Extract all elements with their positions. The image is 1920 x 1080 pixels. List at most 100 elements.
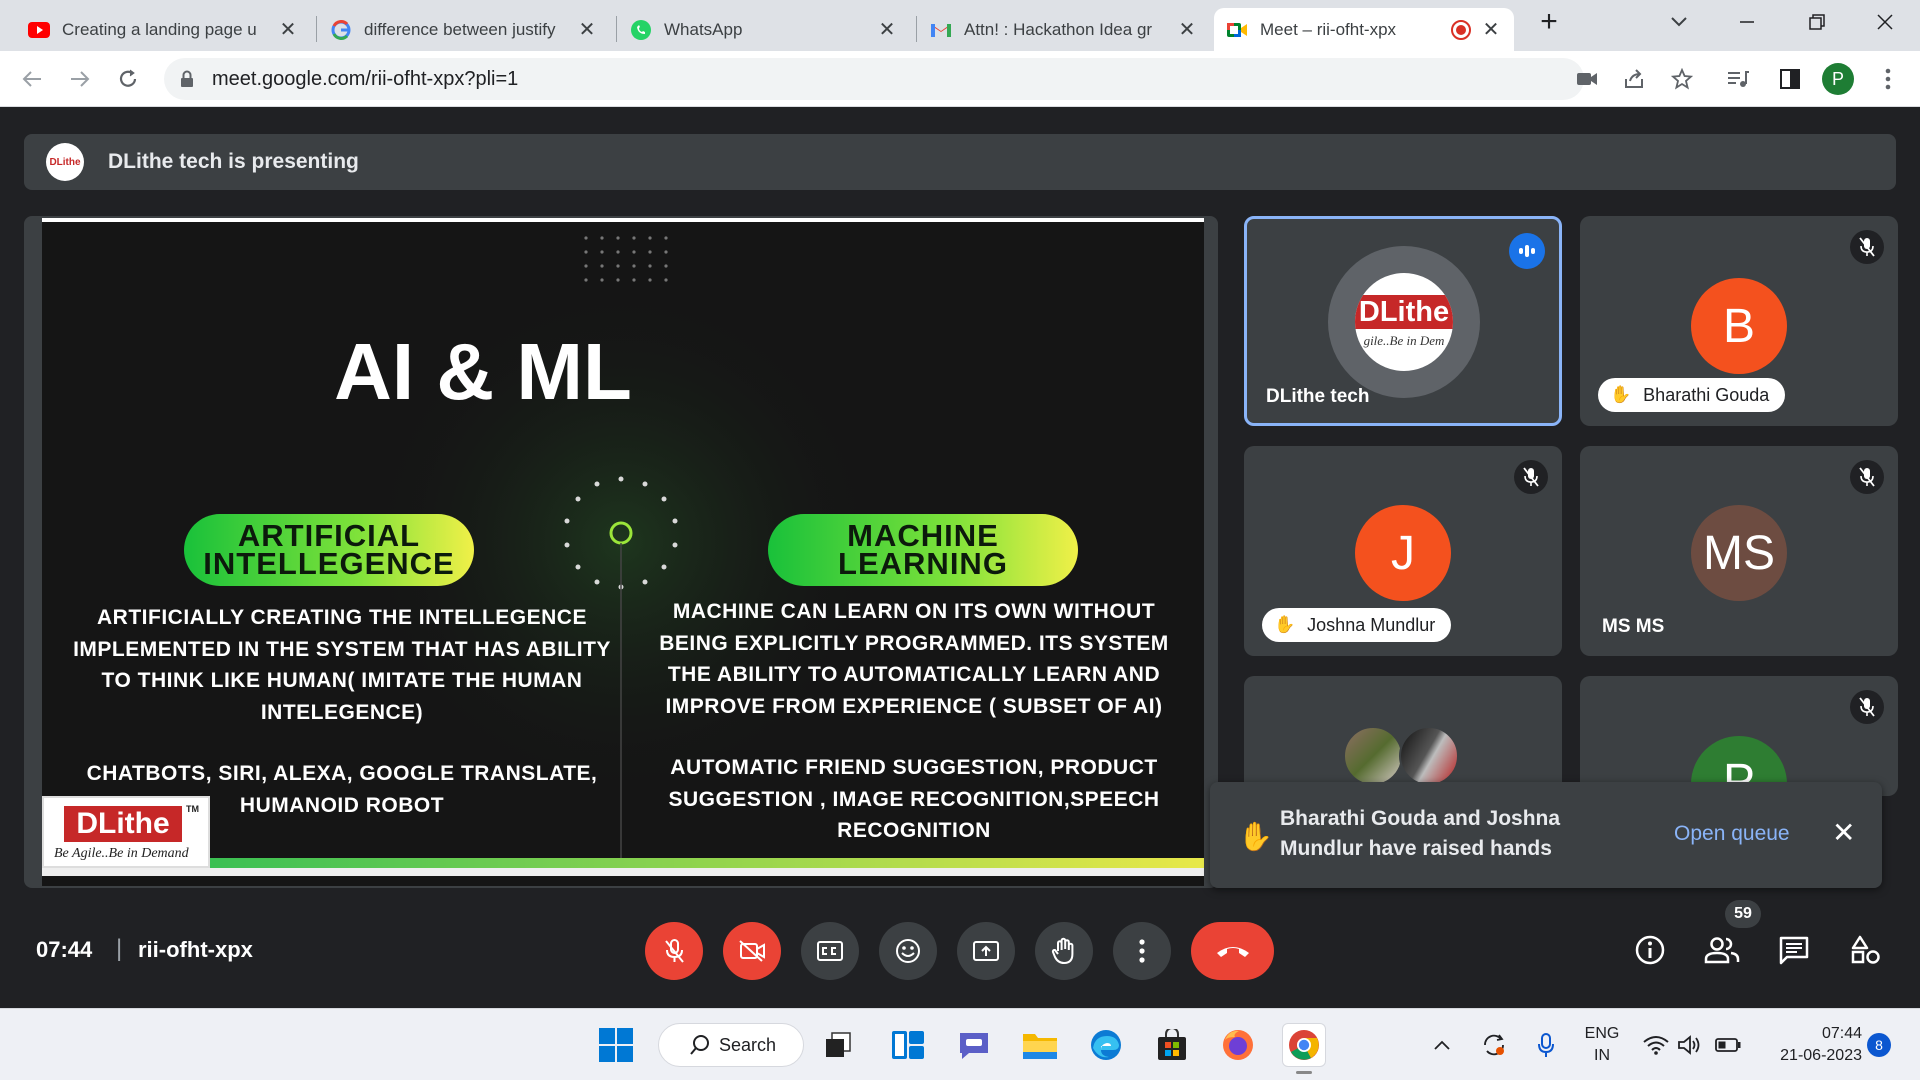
close-notification-button[interactable]: ✕ <box>1832 816 1855 849</box>
tab-youtube[interactable]: Creating a landing page u ✕ <box>16 8 311 51</box>
emoji-icon <box>896 939 920 963</box>
dlithe-avatar-tagline: gile..Be in Dem <box>1363 333 1445 348</box>
participant-photo <box>1343 726 1403 786</box>
activities-button[interactable] <box>1844 928 1888 972</box>
chevron-down-icon <box>1671 17 1687 27</box>
dlithe-avatar-logo: DLithe gile..Be in Dem <box>1355 273 1453 371</box>
meeting-details-button[interactable] <box>1628 928 1672 972</box>
tab-search-button[interactable] <box>1652 0 1706 44</box>
recording-icon <box>1450 19 1472 41</box>
camera-toggle-button[interactable] <box>723 922 781 980</box>
tab-title: WhatsApp <box>664 19 743 39</box>
tab-title: difference between justify <box>364 19 556 39</box>
participant-tile-ms[interactable]: MS MS MS <box>1580 446 1898 656</box>
reactions-button[interactable] <box>879 922 937 980</box>
raise-hand-button[interactable] <box>1035 922 1093 980</box>
volume-tray-button[interactable] <box>1674 1023 1706 1067</box>
notification-badge[interactable]: 8 <box>1867 1033 1891 1057</box>
people-button[interactable] <box>1700 928 1744 972</box>
leave-call-button[interactable] <box>1191 922 1274 980</box>
closed-captions-icon <box>817 941 843 961</box>
participant-tile-bharathi[interactable]: B ✋ Bharathi Gouda <box>1580 216 1898 426</box>
participant-tile-photos[interactable] <box>1244 676 1562 796</box>
task-view-button[interactable] <box>816 1023 860 1067</box>
participant-name: MS MS <box>1602 616 1665 637</box>
participant-tile-dlithe[interactable]: DLithe gile..Be in Dem DLithe tech <box>1244 216 1562 426</box>
tab-close-button[interactable]: ✕ <box>1480 17 1502 42</box>
footer-separator: | <box>116 935 123 962</box>
widgets-icon <box>892 1031 924 1059</box>
bookmark-button[interactable] <box>1666 63 1698 95</box>
tab-meet[interactable]: Meet – rii-ofht-xpx ✕ <box>1214 8 1514 51</box>
tab-divider <box>616 16 617 42</box>
file-explorer-button[interactable] <box>1018 1023 1062 1067</box>
mic-off-icon <box>1850 460 1884 494</box>
tab-whatsapp[interactable]: WhatsApp ✕ <box>618 8 910 51</box>
reload-button[interactable] <box>110 61 146 97</box>
whatsapp-icon <box>630 19 652 41</box>
wifi-tray-button[interactable] <box>1640 1023 1672 1067</box>
widgets-button[interactable] <box>886 1023 930 1067</box>
video-off-icon <box>739 940 765 962</box>
mic-off-icon <box>665 939 684 963</box>
show-hidden-icons-button[interactable] <box>1426 1023 1458 1067</box>
windows-taskbar: Search ENG IN 07:44 21-06-2023 8 <box>0 1008 1920 1080</box>
teams-chat-button[interactable] <box>952 1023 996 1067</box>
captions-button[interactable] <box>801 922 859 980</box>
new-tab-button[interactable]: + <box>1522 0 1576 44</box>
tab-close-button[interactable]: ✕ <box>876 17 898 42</box>
store-button[interactable] <box>1150 1023 1194 1067</box>
tab-close-button[interactable]: ✕ <box>1176 17 1198 42</box>
chrome-button[interactable] <box>1282 1023 1326 1067</box>
forward-arrow-icon <box>71 71 90 87</box>
tab-google-search[interactable]: difference between justify ✕ <box>318 8 610 51</box>
hand-icon: ✋ <box>1238 821 1273 852</box>
sync-tray-button[interactable] <box>1478 1023 1510 1067</box>
microphone-toggle-button[interactable] <box>645 922 703 980</box>
taskbar-clock[interactable]: 07:44 21-06-2023 <box>1752 1023 1862 1067</box>
back-button[interactable] <box>14 61 50 97</box>
profile-avatar[interactable]: P <box>1822 63 1854 95</box>
gmail-icon <box>930 19 952 41</box>
battery-tray-button[interactable] <box>1712 1023 1744 1067</box>
address-bar[interactable]: meet.google.com/rii-ofht-xpx?pli=1 <box>164 58 1584 100</box>
camera-in-use-button[interactable] <box>1571 63 1603 95</box>
taskbar-search-box[interactable]: Search <box>658 1023 804 1067</box>
share-icon <box>1625 69 1643 88</box>
clock-date: 21-06-2023 <box>1780 1047 1862 1064</box>
open-queue-link[interactable]: Open queue <box>1674 822 1790 846</box>
star-icon <box>1671 68 1693 90</box>
tab-gmail[interactable]: Attn! : Hackathon Idea gr ✕ <box>918 8 1210 51</box>
tab-title: Meet – rii-ofht-xpx <box>1260 19 1397 39</box>
tab-close-button[interactable]: ✕ <box>277 17 299 42</box>
minimize-button[interactable] <box>1720 0 1774 44</box>
tab-close-button[interactable]: ✕ <box>576 17 598 42</box>
share-button[interactable] <box>1618 63 1650 95</box>
participant-tile-joshna[interactable]: J ✋ Joshna Mundlur <box>1244 446 1562 656</box>
present-now-button[interactable] <box>957 922 1015 980</box>
store-icon <box>1158 1029 1186 1060</box>
edge-icon <box>1091 1030 1121 1060</box>
start-button[interactable] <box>594 1023 638 1067</box>
raised-hands-message: Bharathi Gouda and Joshna Mundlur have r… <box>1280 807 1561 860</box>
more-options-button[interactable] <box>1113 922 1171 980</box>
avatar: J <box>1355 505 1451 601</box>
restore-button[interactable] <box>1790 0 1844 44</box>
forward-button[interactable] <box>62 61 98 97</box>
microphone-tray-button[interactable] <box>1530 1023 1562 1067</box>
browser-menu-button[interactable] <box>1872 63 1904 95</box>
chrome-icon <box>1289 1030 1319 1060</box>
side-panel-button[interactable] <box>1774 63 1806 95</box>
mic-off-icon <box>1850 230 1884 264</box>
media-control-button[interactable] <box>1722 63 1754 95</box>
edge-button[interactable] <box>1084 1023 1128 1067</box>
firefox-button[interactable] <box>1216 1023 1260 1067</box>
lock-icon <box>181 70 193 87</box>
participant-tile-p[interactable]: P <box>1580 676 1898 796</box>
input-language-indicator[interactable]: ENG IN <box>1584 1023 1620 1067</box>
close-window-button[interactable] <box>1858 0 1912 44</box>
raised-hands-notification: ✋ Bharathi Gouda and Joshna Mundlur have… <box>1210 782 1882 888</box>
chat-button[interactable] <box>1772 928 1816 972</box>
tab-divider <box>316 16 317 42</box>
dlithe-avatar-mark: DLithe <box>1355 295 1453 329</box>
